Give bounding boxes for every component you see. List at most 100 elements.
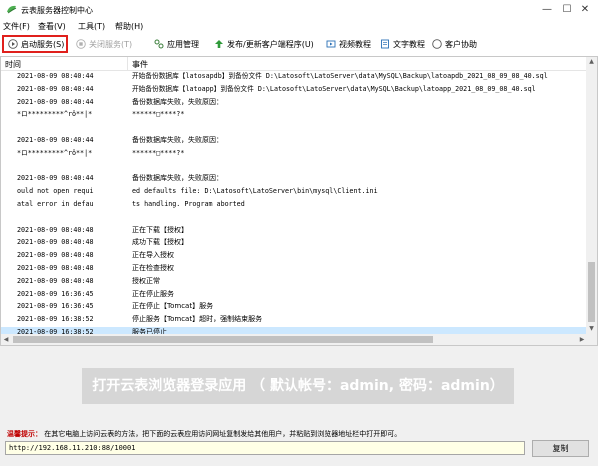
scroll-down-icon[interactable]: ▼ xyxy=(586,324,597,334)
log-event-cell: 成功下载【授权】 xyxy=(132,238,188,247)
log-event-cell: 备份数据库失败，失败原因： xyxy=(132,136,223,144)
table-row[interactable]: 2021-08-09 08:40:44 开始备份数据库【latoapp】到备份文件… xyxy=(1,84,587,95)
close-button[interactable]: ✕ xyxy=(572,0,598,20)
table-row[interactable]: *ロ*********^rô**|* ******□****?* xyxy=(1,148,587,159)
table-row[interactable]: 2021-08-09 08:40:44 备份数据库失败，失败原因： xyxy=(1,135,587,146)
table-row[interactable]: 2021-08-09 16:36:45 正在停止【Tomcat】服务 xyxy=(1,301,587,312)
app-management-button[interactable]: 应用管理 xyxy=(154,37,199,52)
log-time-cell: atal error in defau xyxy=(17,200,94,208)
text-tutorial-button[interactable]: 文字教程 xyxy=(380,37,425,52)
stop-icon xyxy=(76,39,86,49)
log-event-cell: 正在停止【Tomcat】服务 xyxy=(132,302,214,311)
table-row[interactable]: ould not open requi ed defaults file: D:\… xyxy=(1,186,587,197)
publish-client-button[interactable]: 发布/更新客户端程序(U) xyxy=(214,37,314,52)
log-event-cell: 开始备份数据库【latosapdb】到备份文件 D:\Latosoft\Lato… xyxy=(132,72,548,80)
tip-label: 温馨提示： xyxy=(7,430,42,438)
log-event-cell: 备份数据库失败，失败原因： xyxy=(132,174,223,183)
log-time-cell: 2021-08-09 08:40:48 xyxy=(17,225,94,234)
customer-support-button[interactable]: 客户协助 xyxy=(432,37,477,52)
table-row[interactable]: 2021-08-09 08:40:48 正在下载【授权】 xyxy=(1,225,587,236)
log-time-cell: 2021-08-09 08:40:44 xyxy=(17,136,94,144)
log-time-cell: 2021-08-09 08:40:44 xyxy=(17,174,94,183)
window-title: 云表服务器控制中心 xyxy=(21,6,93,15)
log-time-cell: 2021-08-09 08:40:44 xyxy=(17,72,94,80)
menu-view[interactable]: 查看(V) xyxy=(38,21,66,32)
log-event-cell: 备份数据库失败，失败原因： xyxy=(132,97,223,106)
log-time-cell: *ロ*********^rô**|* xyxy=(17,148,93,157)
table-row[interactable]: 2021-08-09 08:40:44 备份数据库失败，失败原因： xyxy=(1,173,587,184)
title-bar: 云表服务器控制中心 — ☐ ✕ xyxy=(0,0,598,20)
upload-arrow-icon xyxy=(215,40,223,48)
table-row[interactable]: 2021-08-09 08:40:44 开始备份数据库【latosapdb】到备份… xyxy=(1,71,587,82)
copy-button[interactable]: 复制 xyxy=(532,440,589,457)
table-row[interactable] xyxy=(1,212,587,223)
log-event-cell: ******□****?* xyxy=(132,148,185,157)
open-browser-banner[interactable]: 打开云表浏览器登录应用 （ 默认帐号：admin, 密码：admin） xyxy=(82,368,514,404)
column-header-time[interactable]: 时间 xyxy=(5,59,21,70)
publish-client-label: 发布/更新客户端程序(U) xyxy=(227,40,314,49)
tip-text: 在其它电脑上访问云表的方法，把下面的云表应用访问网址复制发给其他用户，并粘贴到浏… xyxy=(44,430,402,438)
column-header-event[interactable]: 事件 xyxy=(132,59,148,70)
vertical-scroll-thumb[interactable] xyxy=(588,262,595,322)
scrollbar-corner xyxy=(586,334,597,345)
log-table: 时间 事件 2021-08-09 08:40:44 开始备份数据库【latosap… xyxy=(0,56,598,346)
menu-help[interactable]: 帮助(H) xyxy=(115,21,143,32)
log-time-cell: 2021-08-09 08:40:48 xyxy=(17,251,94,260)
menu-bar: 文件(F) 查看(V) 工具(T) 帮助(H) xyxy=(0,20,598,33)
app-url-field[interactable]: http://192.168.11.210:88/10001 xyxy=(5,441,525,455)
log-event-cell: 开始备份数据库【latoapp】到备份文件 D:\Latosoft\LatoSe… xyxy=(132,84,536,93)
video-tutorial-button[interactable]: 视频教程 xyxy=(326,37,371,52)
log-time-cell: 2021-08-09 16:36:45 xyxy=(17,289,94,298)
log-event-cell: 正在下载【授权】 xyxy=(132,225,188,234)
menu-tools[interactable]: 工具(T) xyxy=(78,21,105,32)
log-event-cell: 正在停止服务 xyxy=(132,289,174,298)
toolbar: 启动服务(S) 关闭服务(T) 应用管理 发布/更新客户端程序(U) 视频教程 … xyxy=(0,33,598,57)
log-time-cell: 2021-08-09 16:38:52 xyxy=(17,315,94,324)
table-row[interactable]: 2021-08-09 08:40:48 正在导入授权 xyxy=(1,250,587,261)
log-time-cell: 2021-08-09 08:40:48 xyxy=(17,276,94,285)
table-row[interactable]: *ロ*********^rô**|* ******□****?* xyxy=(1,109,587,120)
tip-line: 温馨提示： 在其它电脑上访问云表的方法，把下面的云表应用访问网址复制发给其他用户… xyxy=(7,429,401,439)
text-tutorial-label: 文字教程 xyxy=(393,40,425,49)
table-row[interactable]: 2021-08-09 16:36:45 正在停止服务 xyxy=(1,289,587,300)
horizontal-scroll-thumb[interactable] xyxy=(13,336,433,343)
log-event-cell: 停止服务【Tomcat】超时，强制结束服务 xyxy=(132,315,263,324)
log-event-cell: 正在导入授权 xyxy=(132,251,174,260)
column-divider[interactable] xyxy=(127,57,128,70)
log-event-cell: ts handling. Program aborted xyxy=(132,200,245,208)
scroll-left-icon[interactable]: ◀ xyxy=(1,334,11,345)
vertical-scrollbar[interactable]: ▲ ▼ xyxy=(586,57,597,334)
video-tutorial-label: 视频教程 xyxy=(339,40,371,49)
log-time-cell: 2021-08-09 08:40:44 xyxy=(17,97,94,106)
log-event-cell: ed defaults file: D:\Latosoft\LatoServer… xyxy=(132,187,378,196)
horizontal-scrollbar[interactable]: ◀ ▶ xyxy=(1,334,587,345)
log-time-cell: 2021-08-09 08:40:48 xyxy=(17,238,94,247)
stop-service-label: 关闭服务(T) xyxy=(89,40,133,49)
table-row[interactable]: atal error in defau ts handling. Program … xyxy=(1,199,587,210)
support-bubble-icon xyxy=(432,39,442,49)
table-row[interactable]: 2021-08-09 08:40:48 授权正常 xyxy=(1,276,587,287)
app-management-label: 应用管理 xyxy=(167,40,199,49)
log-time-cell: 2021-08-09 08:40:48 xyxy=(17,264,94,272)
log-time-cell: ould not open requi xyxy=(17,187,94,196)
gear-icon xyxy=(154,39,164,49)
scroll-up-icon[interactable]: ▲ xyxy=(586,57,597,67)
log-time-cell: *ロ*********^rô**|* xyxy=(17,110,93,119)
log-event-cell: ******□****?* xyxy=(132,110,185,119)
table-row[interactable]: 2021-08-09 08:40:44 备份数据库失败，失败原因： xyxy=(1,97,587,108)
table-row[interactable] xyxy=(1,161,587,172)
table-row[interactable] xyxy=(1,122,587,133)
stop-service-button[interactable]: 关闭服务(T) xyxy=(76,37,132,52)
menu-file[interactable]: 文件(F) xyxy=(3,21,30,32)
log-event-cell: 授权正常 xyxy=(132,276,160,285)
customer-support-label: 客户协助 xyxy=(445,40,477,49)
video-icon xyxy=(326,40,336,48)
document-icon xyxy=(381,39,389,49)
table-row[interactable]: 2021-08-09 08:40:48 成功下载【授权】 xyxy=(1,237,587,248)
log-event-cell: 正在检查授权 xyxy=(132,264,174,272)
table-row[interactable]: 2021-08-09 08:40:48 正在检查授权 xyxy=(1,263,587,274)
start-service-highlight xyxy=(2,35,68,53)
log-time-cell: 2021-08-09 16:36:45 xyxy=(17,302,94,311)
log-header: 时间 事件 xyxy=(1,57,587,71)
table-row[interactable]: 2021-08-09 16:38:52 停止服务【Tomcat】超时，强制结束服务 xyxy=(1,314,587,325)
